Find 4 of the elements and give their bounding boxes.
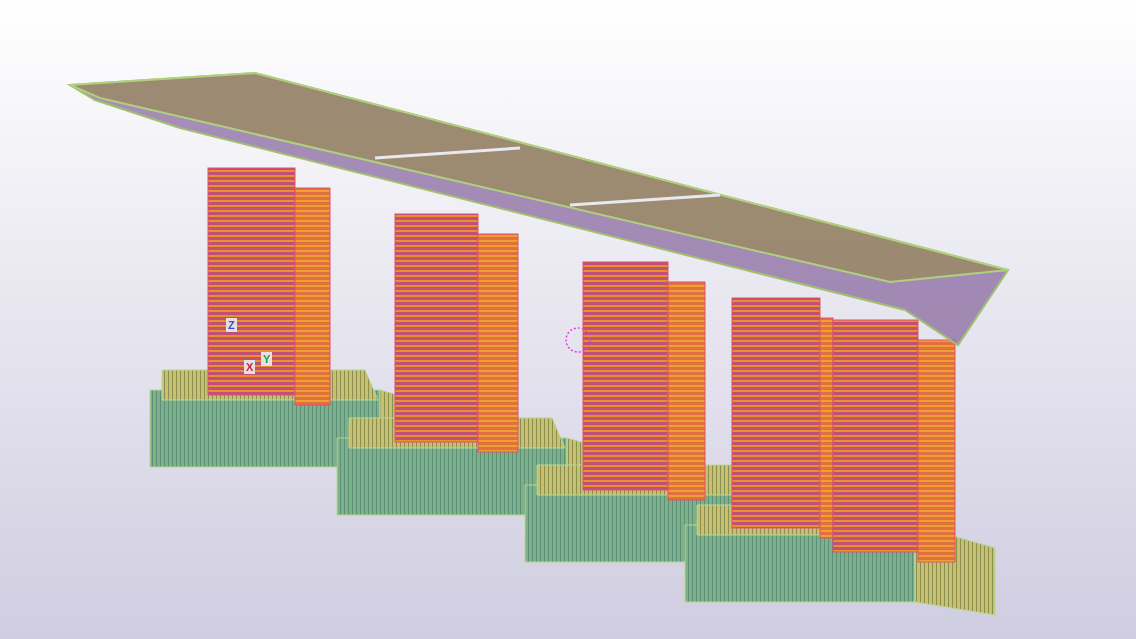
axis-label: X [244,360,256,374]
axis-label: Z [226,318,237,332]
rotation-point-icon [565,327,591,353]
axis-label: Y [261,352,273,366]
